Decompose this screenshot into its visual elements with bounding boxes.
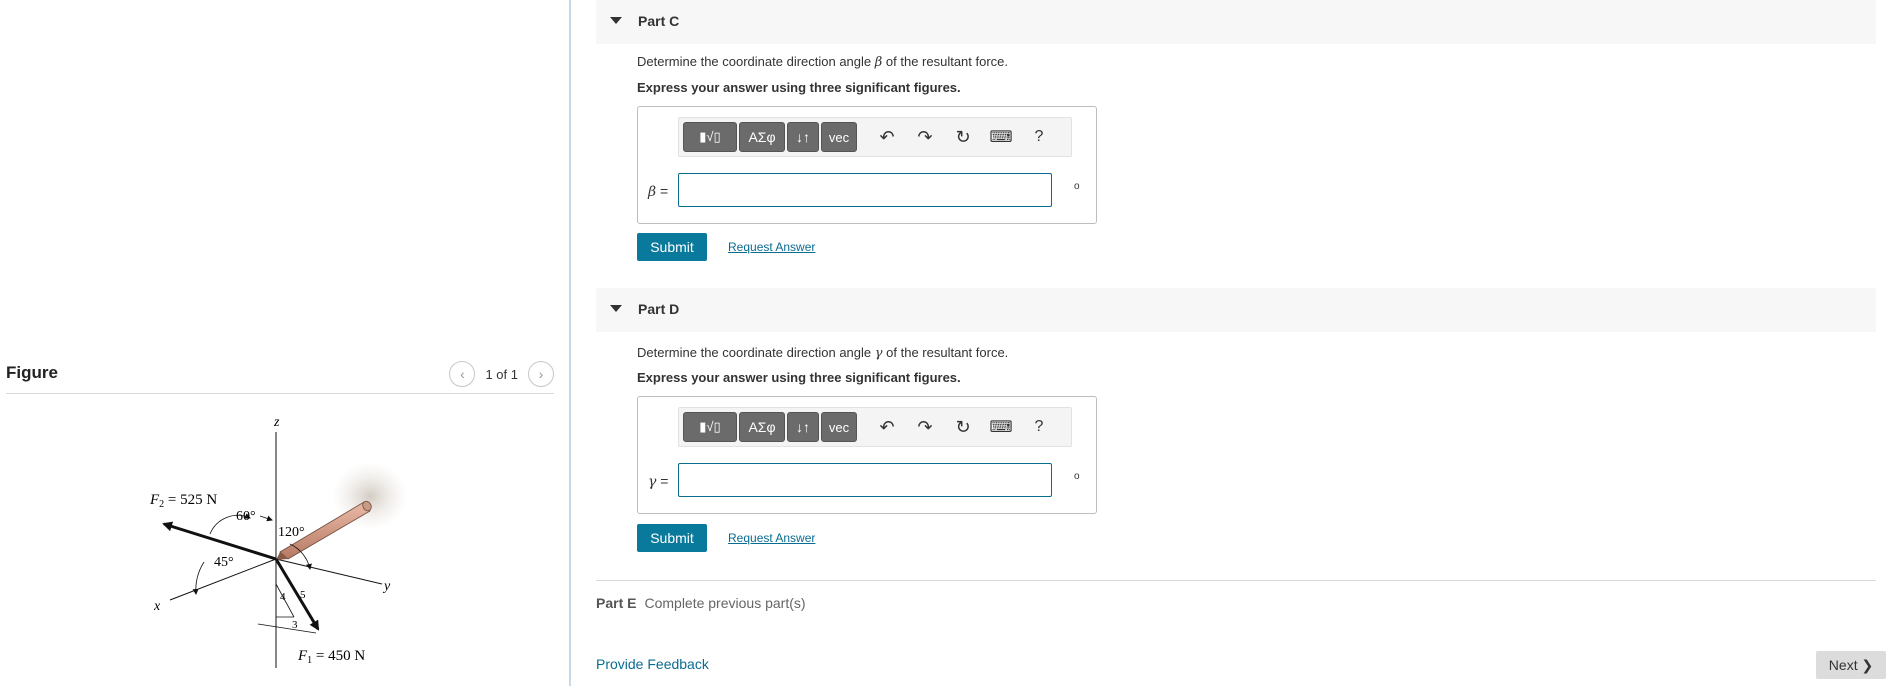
vector-button[interactable]: vec (821, 122, 857, 152)
part-c-request-answer-link[interactable]: Request Answer (728, 240, 815, 254)
templates-button[interactable]: ▮√▯ (683, 122, 737, 152)
keyboard-icon[interactable]: ⌨ (989, 125, 1013, 149)
part-e-status: Complete previous part(s) (644, 595, 806, 611)
part-d-prompt: Determine the coordinate direction angle… (637, 345, 1009, 361)
redo-icon[interactable]: ↷ (913, 125, 937, 149)
reset-icon[interactable]: ↻ (951, 125, 975, 149)
y-axis-label: y (382, 579, 391, 594)
greek-symbols-button[interactable]: ΑΣφ (739, 412, 785, 442)
part-e-title: Part E (596, 595, 637, 611)
templates-icon: ▮√▯ (699, 419, 721, 434)
subscript-superscript-button[interactable]: ↓↑ (787, 122, 819, 152)
part-c-title: Part C (638, 13, 680, 29)
part-c-answer-box: ▮√▯ ΑΣφ ↓↑ vec ↶ ↷ ↻ ⌨ ? β = o (637, 106, 1097, 224)
part-c-header[interactable]: Part C (596, 0, 1876, 44)
templates-button[interactable]: ▮√▯ (683, 412, 737, 442)
part-c-math-toolbar: ▮√▯ ΑΣφ ↓↑ vec ↶ ↷ ↻ ⌨ ? (678, 117, 1072, 157)
caret-down-icon (610, 305, 622, 312)
templates-icon: ▮√▯ (699, 129, 721, 144)
part-d-title: Part D (638, 301, 680, 317)
degree-unit: o (1074, 181, 1080, 192)
undo-icon[interactable]: ↶ (875, 415, 899, 439)
f2-label: F2 = 525 N (149, 492, 217, 510)
force-diagram: z y x F2 = 525 N F1 = 450 N 60° 120° 45°… (110, 404, 430, 668)
y-axis-line (275, 558, 383, 585)
updown-arrows-icon: ↓↑ (796, 129, 810, 145)
help-icon[interactable]: ? (1027, 415, 1051, 439)
chevron-right-icon: › (538, 366, 544, 382)
part-d-math-toolbar: ▮√▯ ΑΣφ ↓↑ vec ↶ ↷ ↻ ⌨ ? (678, 407, 1072, 447)
question-panel: Part C Determine the coordinate directio… (571, 0, 1886, 686)
section-divider (596, 580, 1876, 581)
gamma-label: γ = (648, 473, 669, 490)
degree-unit: o (1074, 471, 1080, 482)
figure-panel: Figure ‹ 1 of 1 › z y x F2 = 525 N F1 = … (0, 0, 568, 686)
angle-45-label: 45° (214, 555, 234, 570)
undo-icon[interactable]: ↶ (875, 125, 899, 149)
prev-figure-button[interactable]: ‹ (449, 361, 476, 387)
part-c-submit-button[interactable]: Submit (637, 233, 707, 261)
reset-icon[interactable]: ↻ (951, 415, 975, 439)
beta-input[interactable] (678, 173, 1052, 207)
part-d-answer-box: ▮√▯ ΑΣφ ↓↑ vec ↶ ↷ ↻ ⌨ ? γ = o (637, 396, 1097, 514)
beta-label: β = (648, 183, 669, 200)
subscript-superscript-button[interactable]: ↓↑ (787, 412, 819, 442)
triangle-5-label: 5 (300, 589, 306, 601)
x-axis-label: x (153, 599, 161, 614)
chevron-left-icon: ‹ (460, 366, 465, 382)
part-d-submit-button[interactable]: Submit (637, 524, 707, 552)
part-c-instruction: Express your answer using three signific… (637, 80, 961, 95)
figure-pager: ‹ 1 of 1 › (449, 361, 554, 387)
figure-pager-text: 1 of 1 (485, 366, 518, 382)
help-icon[interactable]: ? (1027, 125, 1051, 149)
greek-symbols-button[interactable]: ΑΣφ (739, 122, 785, 152)
figure-title: Figure (6, 363, 58, 382)
triangle-3-label: 3 (292, 619, 298, 631)
angle-60-label: 60° (236, 509, 256, 524)
force-diagram-svg: z y x F2 = 525 N F1 = 450 N 60° 120° 45°… (149, 415, 408, 668)
part-e-row: Part E Complete previous part(s) (596, 595, 806, 611)
keyboard-icon[interactable]: ⌨ (989, 415, 1013, 439)
triangle-4-label: 4 (280, 591, 286, 603)
redo-icon[interactable]: ↷ (913, 415, 937, 439)
angle-120-label: 120° (278, 525, 305, 540)
part-d-instruction: Express your answer using three signific… (637, 370, 961, 385)
gamma-input[interactable] (678, 463, 1052, 497)
next-button[interactable]: Next ❯ (1816, 651, 1886, 679)
updown-arrows-icon: ↓↑ (796, 419, 810, 435)
f1-label: F1 = 450 N (297, 648, 365, 666)
angle-60-pointer (259, 515, 273, 522)
provide-feedback-link[interactable]: Provide Feedback (596, 656, 709, 672)
part-d-header[interactable]: Part D (596, 288, 1876, 332)
f2-arrow (162, 521, 277, 561)
next-figure-button[interactable]: › (528, 361, 554, 387)
figure-header: Figure ‹ 1 of 1 › (6, 355, 554, 394)
caret-down-icon (610, 17, 622, 24)
part-c-prompt: Determine the coordinate direction angle… (637, 54, 1009, 70)
part-d-request-answer-link[interactable]: Request Answer (728, 531, 815, 545)
z-axis-label: z (273, 415, 280, 430)
vector-button[interactable]: vec (821, 412, 857, 442)
